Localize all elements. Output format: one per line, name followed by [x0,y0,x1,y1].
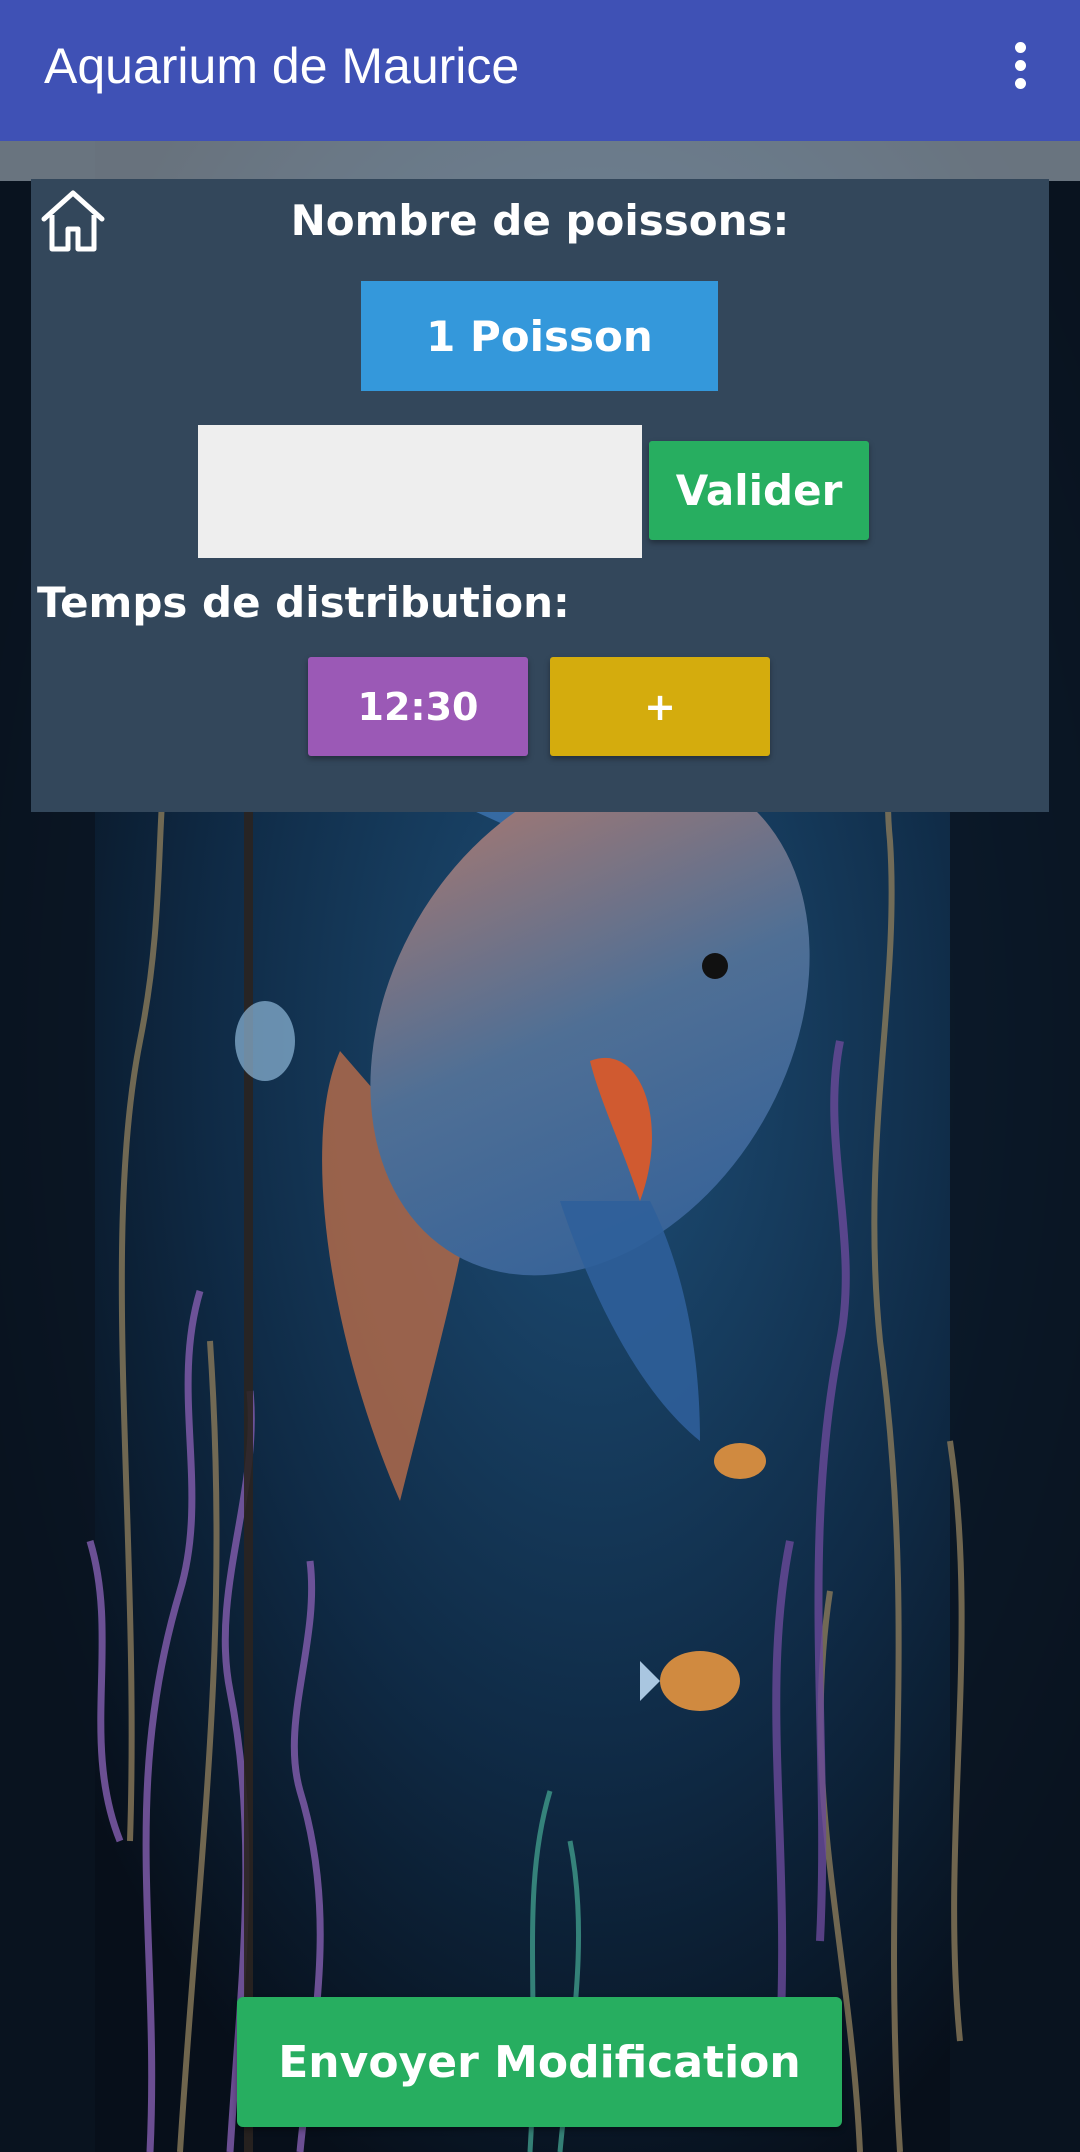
app-bar: Aquarium de Maurice [0,0,1080,141]
add-time-button[interactable]: + [550,657,770,756]
fish-count-label: Nombre de poissons: [290,196,790,245]
send-modification-button[interactable]: Envoyer Modification [237,1997,842,2127]
app-title: Aquarium de Maurice [44,38,520,94]
validate-button[interactable]: Valider [649,441,869,540]
distribution-time-label: Temps de distribution: [37,578,570,627]
distribution-time-button[interactable]: 12:30 [308,657,528,756]
fish-count-input[interactable] [198,425,642,558]
overflow-menu-icon[interactable] [1000,36,1040,96]
fish-count-button[interactable]: 1 Poisson [361,281,718,391]
